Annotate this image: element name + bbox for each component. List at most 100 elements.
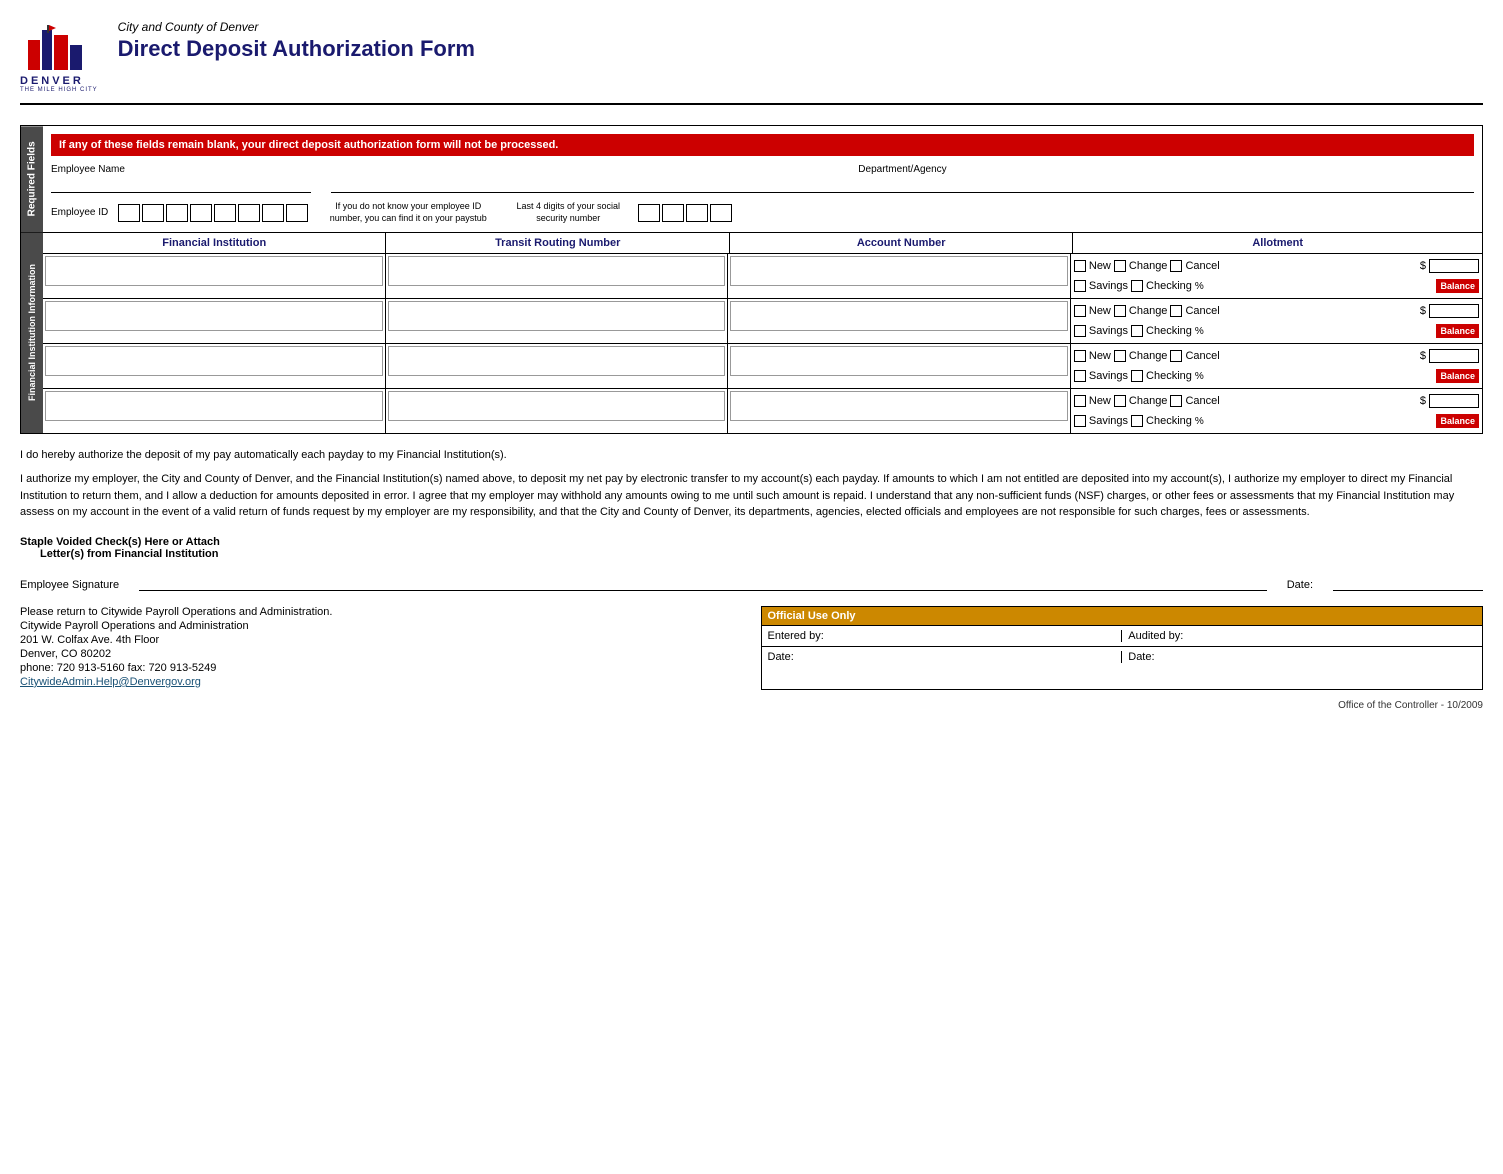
fi-account-input-2[interactable] xyxy=(730,301,1068,331)
fi-routing-input-4[interactable] xyxy=(388,391,726,421)
cancel-label-4: Cancel xyxy=(1185,395,1219,407)
form-title: Direct Deposit Authorization Form xyxy=(118,36,475,62)
return-phone: phone: 720 913-5160 fax: 720 913-5249 xyxy=(20,662,741,674)
change-checkbox-3[interactable] xyxy=(1114,350,1126,362)
fi-account-input-3[interactable] xyxy=(730,346,1068,376)
id-box-1[interactable] xyxy=(118,204,140,222)
new-checkbox-2[interactable] xyxy=(1074,305,1086,317)
allot-top-3: New Change Cancel $ xyxy=(1074,347,1479,365)
cancel-checkbox-2[interactable] xyxy=(1170,305,1182,317)
cancel-checkbox-1[interactable] xyxy=(1170,260,1182,272)
change-checkbox-2[interactable] xyxy=(1114,305,1126,317)
title-area: City and County of Denver Direct Deposit… xyxy=(118,20,475,62)
logo-area: DENVER THE MILE HIGH CITY xyxy=(20,20,98,93)
date-line[interactable] xyxy=(1333,575,1483,591)
id-box-5[interactable] xyxy=(214,204,236,222)
dollar-input-1[interactable] xyxy=(1429,259,1479,273)
id-box-6[interactable] xyxy=(238,204,260,222)
change-checkbox-1[interactable] xyxy=(1114,260,1126,272)
entered-by-cell: Entered by: xyxy=(768,630,1123,642)
ssn-box-1[interactable] xyxy=(638,204,660,222)
ssn-box-2[interactable] xyxy=(662,204,684,222)
fi-routing-2 xyxy=(386,299,729,343)
department-agency-field: Department/Agency xyxy=(331,164,1474,193)
new-label-4: New xyxy=(1089,395,1111,407)
allot-dollar-2: $ xyxy=(1420,304,1479,318)
new-checkbox-3[interactable] xyxy=(1074,350,1086,362)
date1-cell: Date: xyxy=(768,651,1123,663)
ssn-boxes xyxy=(638,204,732,222)
fi-row-2: New Change Cancel $ xyxy=(43,299,1482,344)
change-label-2: Change xyxy=(1129,305,1168,317)
allot-checks-bottom-2: Savings Checking xyxy=(1074,325,1192,337)
cancel-label-1: Cancel xyxy=(1185,260,1219,272)
cancel-checkbox-3[interactable] xyxy=(1170,350,1182,362)
ssn-box-3[interactable] xyxy=(686,204,708,222)
fi-routing-input-1[interactable] xyxy=(388,256,726,286)
id-box-4[interactable] xyxy=(190,204,212,222)
fi-account-input-1[interactable] xyxy=(730,256,1068,286)
date-label: Date: xyxy=(1287,579,1313,591)
fi-institution-input-1[interactable] xyxy=(45,256,383,286)
fi-institution-3 xyxy=(43,344,386,388)
dollar-input-4[interactable] xyxy=(1429,394,1479,408)
fi-account-input-4[interactable] xyxy=(730,391,1068,421)
dollar-sign-1: $ xyxy=(1420,260,1426,272)
percent-sign-4: % xyxy=(1195,416,1204,427)
savings-checkbox-3[interactable] xyxy=(1074,370,1086,382)
city-county-text: City and County of Denver xyxy=(118,20,475,34)
date2-cell: Date: xyxy=(1128,651,1476,663)
savings-checkbox-1[interactable] xyxy=(1074,280,1086,292)
employee-name-field: Employee Name xyxy=(51,164,311,193)
fi-routing-input-2[interactable] xyxy=(388,301,726,331)
checking-label-1: Checking xyxy=(1146,280,1192,292)
fi-routing-input-3[interactable] xyxy=(388,346,726,376)
fi-institution-input-2[interactable] xyxy=(45,301,383,331)
balance-badge-1: Balance xyxy=(1436,279,1479,293)
id-box-8[interactable] xyxy=(286,204,308,222)
allot-checks-top-3: New Change Cancel xyxy=(1074,350,1220,362)
checking-checkbox-1[interactable] xyxy=(1131,280,1143,292)
percent-sign-3: % xyxy=(1195,371,1204,382)
sig-line[interactable] xyxy=(139,575,1267,591)
email-link[interactable]: CitywideAdmin.Help@Denvergov.org xyxy=(20,676,201,688)
new-checkbox-4[interactable] xyxy=(1074,395,1086,407)
dollar-input-2[interactable] xyxy=(1429,304,1479,318)
dollar-sign-3: $ xyxy=(1420,350,1426,362)
employee-name-input[interactable] xyxy=(51,177,311,193)
fi-side-label: Financial Institution Information xyxy=(21,233,43,433)
change-checkbox-4[interactable] xyxy=(1114,395,1126,407)
fi-col2-header: Transit Routing Number xyxy=(386,233,729,253)
allot-checks-bottom-4: Savings Checking xyxy=(1074,415,1192,427)
change-label-4: Change xyxy=(1129,395,1168,407)
savings-checkbox-2[interactable] xyxy=(1074,325,1086,337)
fi-institution-input-3[interactable] xyxy=(45,346,383,376)
official-use-section: Official Use Only Entered by: Audited by… xyxy=(761,606,1484,690)
checking-checkbox-3[interactable] xyxy=(1131,370,1143,382)
balance-badge-2: Balance xyxy=(1436,324,1479,338)
id-box-3[interactable] xyxy=(166,204,188,222)
dollar-sign-2: $ xyxy=(1420,305,1426,317)
cancel-label-3: Cancel xyxy=(1185,350,1219,362)
employee-id-boxes xyxy=(118,204,308,222)
dates-row: Date: Date: xyxy=(762,646,1483,667)
fi-account-1 xyxy=(728,254,1071,298)
employee-name-label: Employee Name xyxy=(51,164,311,175)
department-agency-input[interactable] xyxy=(331,177,1474,193)
checking-label-3: Checking xyxy=(1146,370,1192,382)
checking-checkbox-4[interactable] xyxy=(1131,415,1143,427)
dollar-input-3[interactable] xyxy=(1429,349,1479,363)
allot-dollar-4: $ xyxy=(1420,394,1479,408)
id-box-2[interactable] xyxy=(142,204,164,222)
cancel-checkbox-4[interactable] xyxy=(1170,395,1182,407)
fi-data-rows: New Change Cancel $ xyxy=(43,254,1482,433)
fi-institution-input-4[interactable] xyxy=(45,391,383,421)
new-checkbox-1[interactable] xyxy=(1074,260,1086,272)
page-header: DENVER THE MILE HIGH CITY City and Count… xyxy=(20,20,1483,105)
id-box-7[interactable] xyxy=(262,204,284,222)
savings-checkbox-4[interactable] xyxy=(1074,415,1086,427)
fi-routing-1 xyxy=(386,254,729,298)
fi-allotment-4: New Change Cancel $ xyxy=(1071,389,1482,433)
checking-checkbox-2[interactable] xyxy=(1131,325,1143,337)
ssn-box-4[interactable] xyxy=(710,204,732,222)
